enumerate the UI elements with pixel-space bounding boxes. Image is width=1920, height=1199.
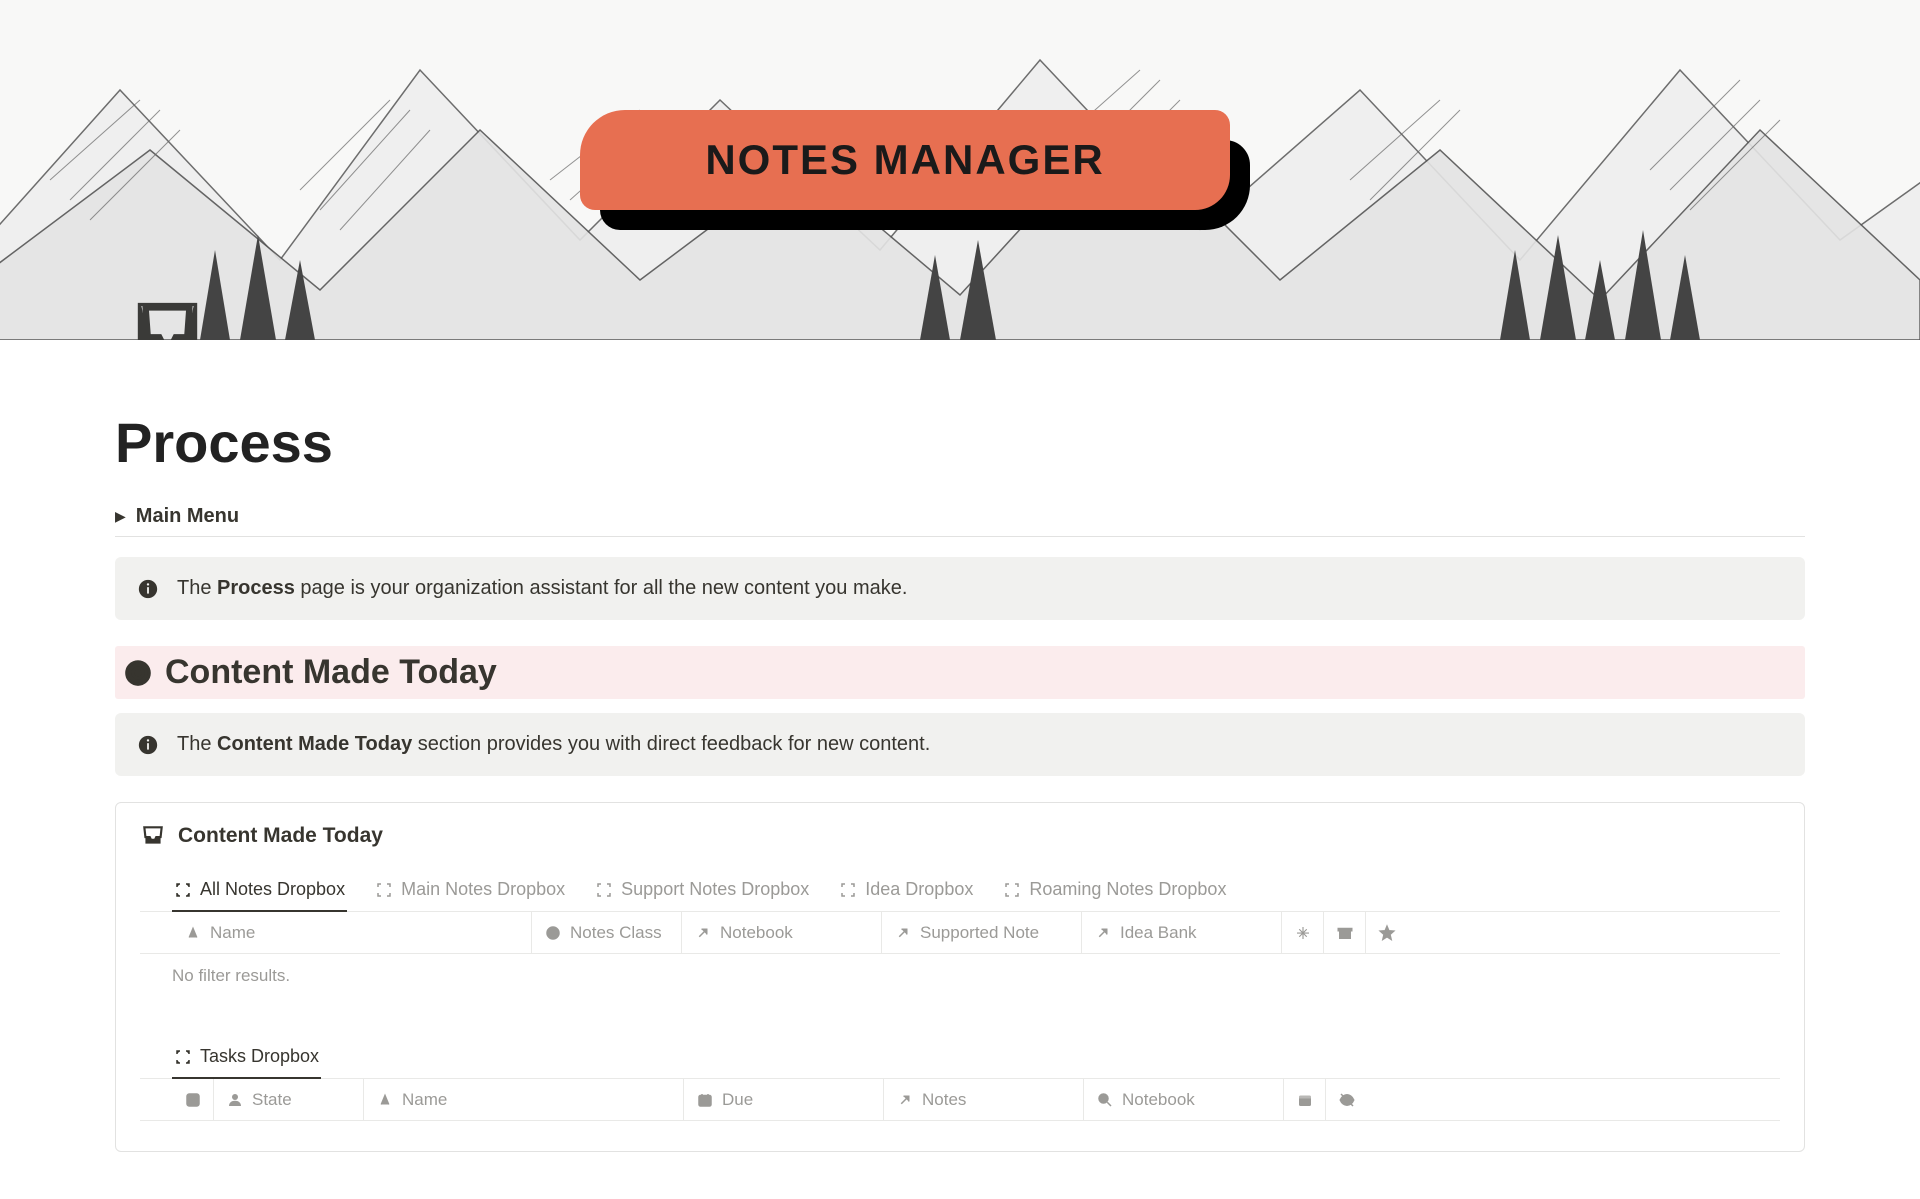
arrow-icon [896,1091,914,1109]
target-icon [123,658,153,688]
arrow-icon [894,924,912,942]
tab-main-notes-dropbox[interactable]: Main Notes Dropbox [373,871,567,912]
banner-title: NOTES MANAGER [705,136,1104,184]
tab-tasks-dropbox[interactable]: Tasks Dropbox [172,1038,321,1079]
tab-label: Support Notes Dropbox [621,879,809,900]
col-checkbox[interactable] [172,1079,214,1120]
callout-text-prefix: The [177,733,217,755]
tab-idea-dropbox[interactable]: Idea Dropbox [837,871,975,912]
person-icon [226,1091,244,1109]
col-label: State [252,1090,292,1110]
info-icon [137,578,159,600]
toggle-label: Main Menu [136,505,239,528]
col-notes-2[interactable]: Notes [884,1079,1084,1120]
db-tabs: All Notes Dropbox Main Notes Dropbox Sup… [140,871,1780,912]
tab-all-notes-dropbox[interactable]: All Notes Dropbox [172,871,347,912]
caret-right-icon: ▶ [115,508,126,525]
eye-off-icon [1338,1091,1356,1109]
col-date-action[interactable] [1284,1079,1326,1120]
frame-icon [375,881,393,899]
col-notebook-2[interactable]: Notebook [1084,1079,1284,1120]
calendar-solid-icon [1296,1091,1314,1109]
col-notes-class[interactable]: Notes Class [532,912,682,953]
sparkle-icon [1294,924,1312,942]
col-label: Notebook [1122,1090,1195,1110]
star-icon [1378,924,1396,942]
col-label: Due [722,1090,753,1110]
calendar-icon [696,1091,714,1109]
col-label: Name [402,1090,447,1110]
tab-roaming-notes-dropbox[interactable]: Roaming Notes Dropbox [1001,871,1228,912]
col-label: Supported Note [920,923,1039,943]
page-content: Process ▶ Main Menu The Process page is … [0,340,1920,1152]
col-sparkle[interactable] [1282,912,1324,953]
col-state[interactable]: State [214,1079,364,1120]
frame-icon [1003,881,1021,899]
target-icon [544,924,562,942]
callout-content-today-info: The Content Made Today section provides … [115,713,1805,776]
frame-icon [174,1048,192,1066]
callout-text-suffix: section provides you with direct feedbac… [412,733,930,755]
search-icon [1096,1091,1114,1109]
callout-text: The Process page is your organization as… [177,577,907,600]
callout-text-bold: Content Made Today [217,733,412,755]
frame-icon [595,881,613,899]
toggle-main-menu[interactable]: ▶ Main Menu [115,497,1805,537]
section-title: Content Made Today [165,653,497,692]
text-icon [184,924,202,942]
col-name-2[interactable]: Name [364,1079,684,1120]
info-icon [137,734,159,756]
inbox-icon [140,823,166,849]
callout-text: The Content Made Today section provides … [177,733,930,756]
db-columns-header-2: State Name Due Notes Notebook [140,1079,1780,1121]
col-notebook[interactable]: Notebook [682,912,882,953]
page-icon-inbox[interactable] [130,295,205,340]
frame-icon [174,881,192,899]
tab-label: Tasks Dropbox [200,1046,319,1067]
col-archive[interactable] [1324,912,1366,953]
callout-process-info: The Process page is your organization as… [115,557,1805,620]
col-label: Idea Bank [1120,923,1197,943]
col-supported-note[interactable]: Supported Note [882,912,1082,953]
db-title: Content Made Today [178,824,383,848]
archive-icon [1336,924,1354,942]
page-title[interactable]: Process [115,410,1805,475]
col-label: Notes [922,1090,966,1110]
callout-text-suffix: page is your organization assistant for … [295,577,908,599]
callout-text-prefix: The [177,577,217,599]
checkbox-icon [184,1091,202,1109]
col-hidden[interactable] [1326,1079,1368,1120]
col-label: Notes Class [570,923,662,943]
col-label: Name [210,923,255,943]
db-columns-header: Name Notes Class Notebook Supported Note… [140,912,1780,954]
col-idea-bank[interactable]: Idea Bank [1082,912,1282,953]
database-content-made-today: Content Made Today All Notes Dropbox Mai… [115,802,1805,1152]
callout-text-bold: Process [217,577,295,599]
col-label: Notebook [720,923,793,943]
cover-image: NOTES MANAGER [0,0,1920,340]
tab-label: All Notes Dropbox [200,879,345,900]
empty-results: No filter results. [140,954,1780,998]
frame-icon [839,881,857,899]
text-icon [376,1091,394,1109]
tab-label: Roaming Notes Dropbox [1029,879,1226,900]
db-tabs-2: Tasks Dropbox [140,1038,1780,1079]
banner: NOTES MANAGER [580,110,1230,210]
tab-label: Main Notes Dropbox [401,879,565,900]
tab-label: Idea Dropbox [865,879,973,900]
col-star[interactable] [1366,912,1408,953]
db-title-row[interactable]: Content Made Today [140,823,1780,849]
col-due[interactable]: Due [684,1079,884,1120]
tab-support-notes-dropbox[interactable]: Support Notes Dropbox [593,871,811,912]
arrow-icon [694,924,712,942]
arrow-icon [1094,924,1112,942]
section-header-content-made-today: Content Made Today [115,646,1805,699]
col-name[interactable]: Name [172,912,532,953]
